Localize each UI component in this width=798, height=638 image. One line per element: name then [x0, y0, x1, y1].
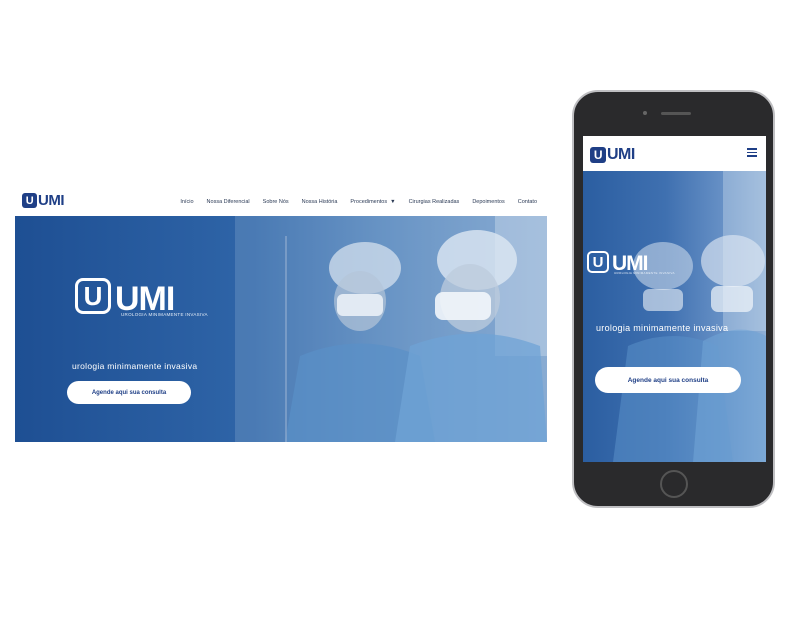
hero-logo: U UMI UROLOGIA MINIMAMENTE INVASIVA	[75, 278, 207, 318]
phone-screen: U UMI U UMI UROLOGIA MINIMAMENTE INVASIV…	[583, 136, 766, 462]
hero-photo-surgeons	[613, 171, 766, 462]
schedule-appointment-button[interactable]: Agende aqui sua consulta	[67, 381, 191, 404]
caret-down-icon: ▼	[390, 198, 396, 205]
logo-mark: U	[22, 193, 37, 208]
hero-logo-subtitle: UROLOGIA MINIMAMENTE INVASIVA	[121, 312, 208, 317]
desktop-mockup: U UMI Início Nossa Diferencial Sobre Nós…	[15, 187, 547, 442]
nav-item-contato[interactable]: Contato	[518, 199, 537, 205]
desktop-nav-menu: Início Nossa Diferencial Sobre Nós Nossa…	[180, 187, 537, 216]
logo-text: UMI	[607, 146, 635, 163]
desktop-navbar: U UMI Início Nossa Diferencial Sobre Nós…	[15, 187, 547, 216]
desktop-logo[interactable]: U UMI	[22, 192, 65, 209]
desktop-hero: U UMI UROLOGIA MINIMAMENTE INVASIVA	[15, 216, 547, 442]
nav-item-depoimentos[interactable]: Depoimentos	[472, 199, 504, 205]
hero-logo-subtitle: UROLOGIA MINIMAMENTE INVASIVA	[614, 271, 675, 275]
hero-photo-surgeons	[235, 216, 547, 442]
logo-mark: U	[590, 147, 606, 163]
hero-logo-mark: U	[75, 278, 111, 314]
mobile-navbar: U UMI	[583, 136, 766, 171]
hero-logo-text: UMI	[115, 280, 175, 318]
nav-item-sobre-nos[interactable]: Sobre Nós	[263, 199, 289, 205]
hero-logo: U UMI UROLOGIA MINIMAMENTE INVASIVA	[587, 251, 674, 275]
nav-item-nossa-diferencial[interactable]: Nossa Diferencial	[207, 199, 250, 205]
hero-logo-mark: U	[587, 251, 609, 273]
phone-camera	[643, 111, 647, 115]
home-button[interactable]	[660, 470, 688, 498]
nav-item-procedimentos[interactable]: Procedimentos ▼	[350, 199, 395, 205]
nav-item-cirurgias-realizadas[interactable]: Cirurgias Realizadas	[409, 199, 460, 205]
hero-tagline: urologia minimamente invasiva	[596, 323, 729, 333]
phone-mockup: U UMI U UMI UROLOGIA MINIMAMENTE INVASIV…	[572, 90, 775, 508]
phone-speaker	[661, 112, 691, 115]
nav-item-inicio[interactable]: Início	[180, 199, 193, 205]
hamburger-icon[interactable]	[747, 148, 757, 157]
logo-text: UMI	[38, 192, 65, 209]
mobile-hero: U UMI UROLOGIA MINIMAMENTE INVASIVA urol…	[583, 171, 766, 462]
hero-tagline: urologia minimamente invasiva	[72, 361, 198, 371]
mobile-logo[interactable]: U UMI	[590, 146, 635, 164]
schedule-appointment-button[interactable]: Agende aqui sua consulta	[595, 367, 741, 393]
nav-item-nossa-historia[interactable]: Nossa História	[302, 199, 338, 205]
nav-item-procedimentos-label: Procedimentos	[350, 198, 388, 205]
